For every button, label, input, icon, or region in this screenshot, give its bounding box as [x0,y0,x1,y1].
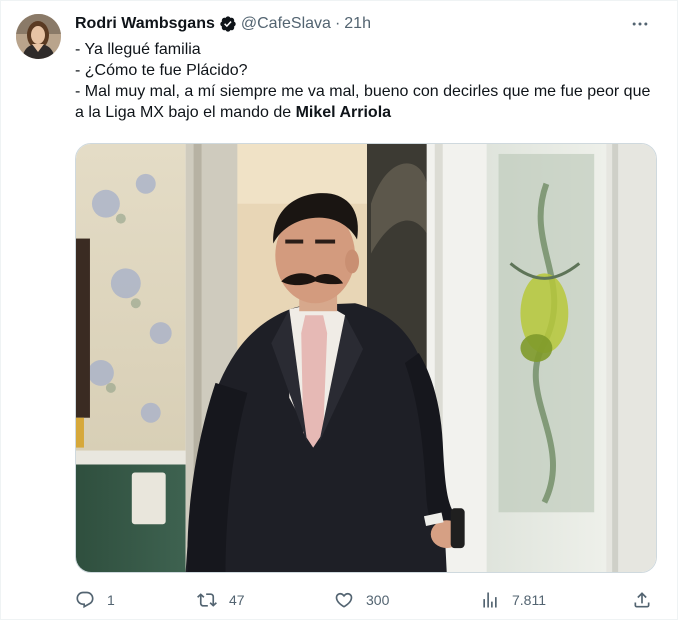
views-button[interactable]: 7.811 [480,587,546,613]
tweet-line: - ¿Cómo te fue Plácido? [75,62,248,79]
tweet-text: - Ya llegué familia - ¿Cómo te fue Pláci… [75,39,655,123]
views-count: 7.811 [512,592,546,608]
tweet-bold-name: Mikel Arriola [295,104,392,121]
share-icon [632,590,652,610]
header-separator: · [334,15,341,32]
reply-icon [75,590,95,610]
heart-icon [334,590,354,610]
tweet-line: - Ya llegué familia [75,41,201,58]
reply-button[interactable]: 1 [75,587,115,613]
like-button[interactable]: 300 [334,587,389,613]
retweet-icon [197,590,217,610]
tweet-timestamp[interactable]: 21h [344,13,371,35]
author-handle[interactable]: @CafeSlava [241,13,331,35]
tweet-line: - Mal muy mal, a mí siempre me va mal, b… [75,81,655,123]
tweet-media[interactable] [75,143,657,573]
author-name[interactable]: Rodri Wambsgans [75,13,215,35]
tweet-actions: 1 47 300 7.811 [75,587,657,613]
media-image [76,144,656,572]
share-button[interactable] [632,587,652,613]
like-count: 300 [366,592,390,608]
avatar[interactable] [16,14,61,59]
tweet-card[interactable]: Rodri Wambsgans @CafeSlava · 21h - Ya ll… [0,0,678,620]
avatar-image [16,14,61,59]
more-options-icon[interactable] [629,13,651,35]
tweet-header: Rodri Wambsgans @CafeSlava · 21h [75,13,371,35]
retweet-button[interactable]: 47 [197,587,245,613]
reply-count: 1 [107,592,115,608]
retweet-count: 47 [229,592,245,608]
verified-badge-icon [219,15,237,33]
views-icon [480,590,500,610]
